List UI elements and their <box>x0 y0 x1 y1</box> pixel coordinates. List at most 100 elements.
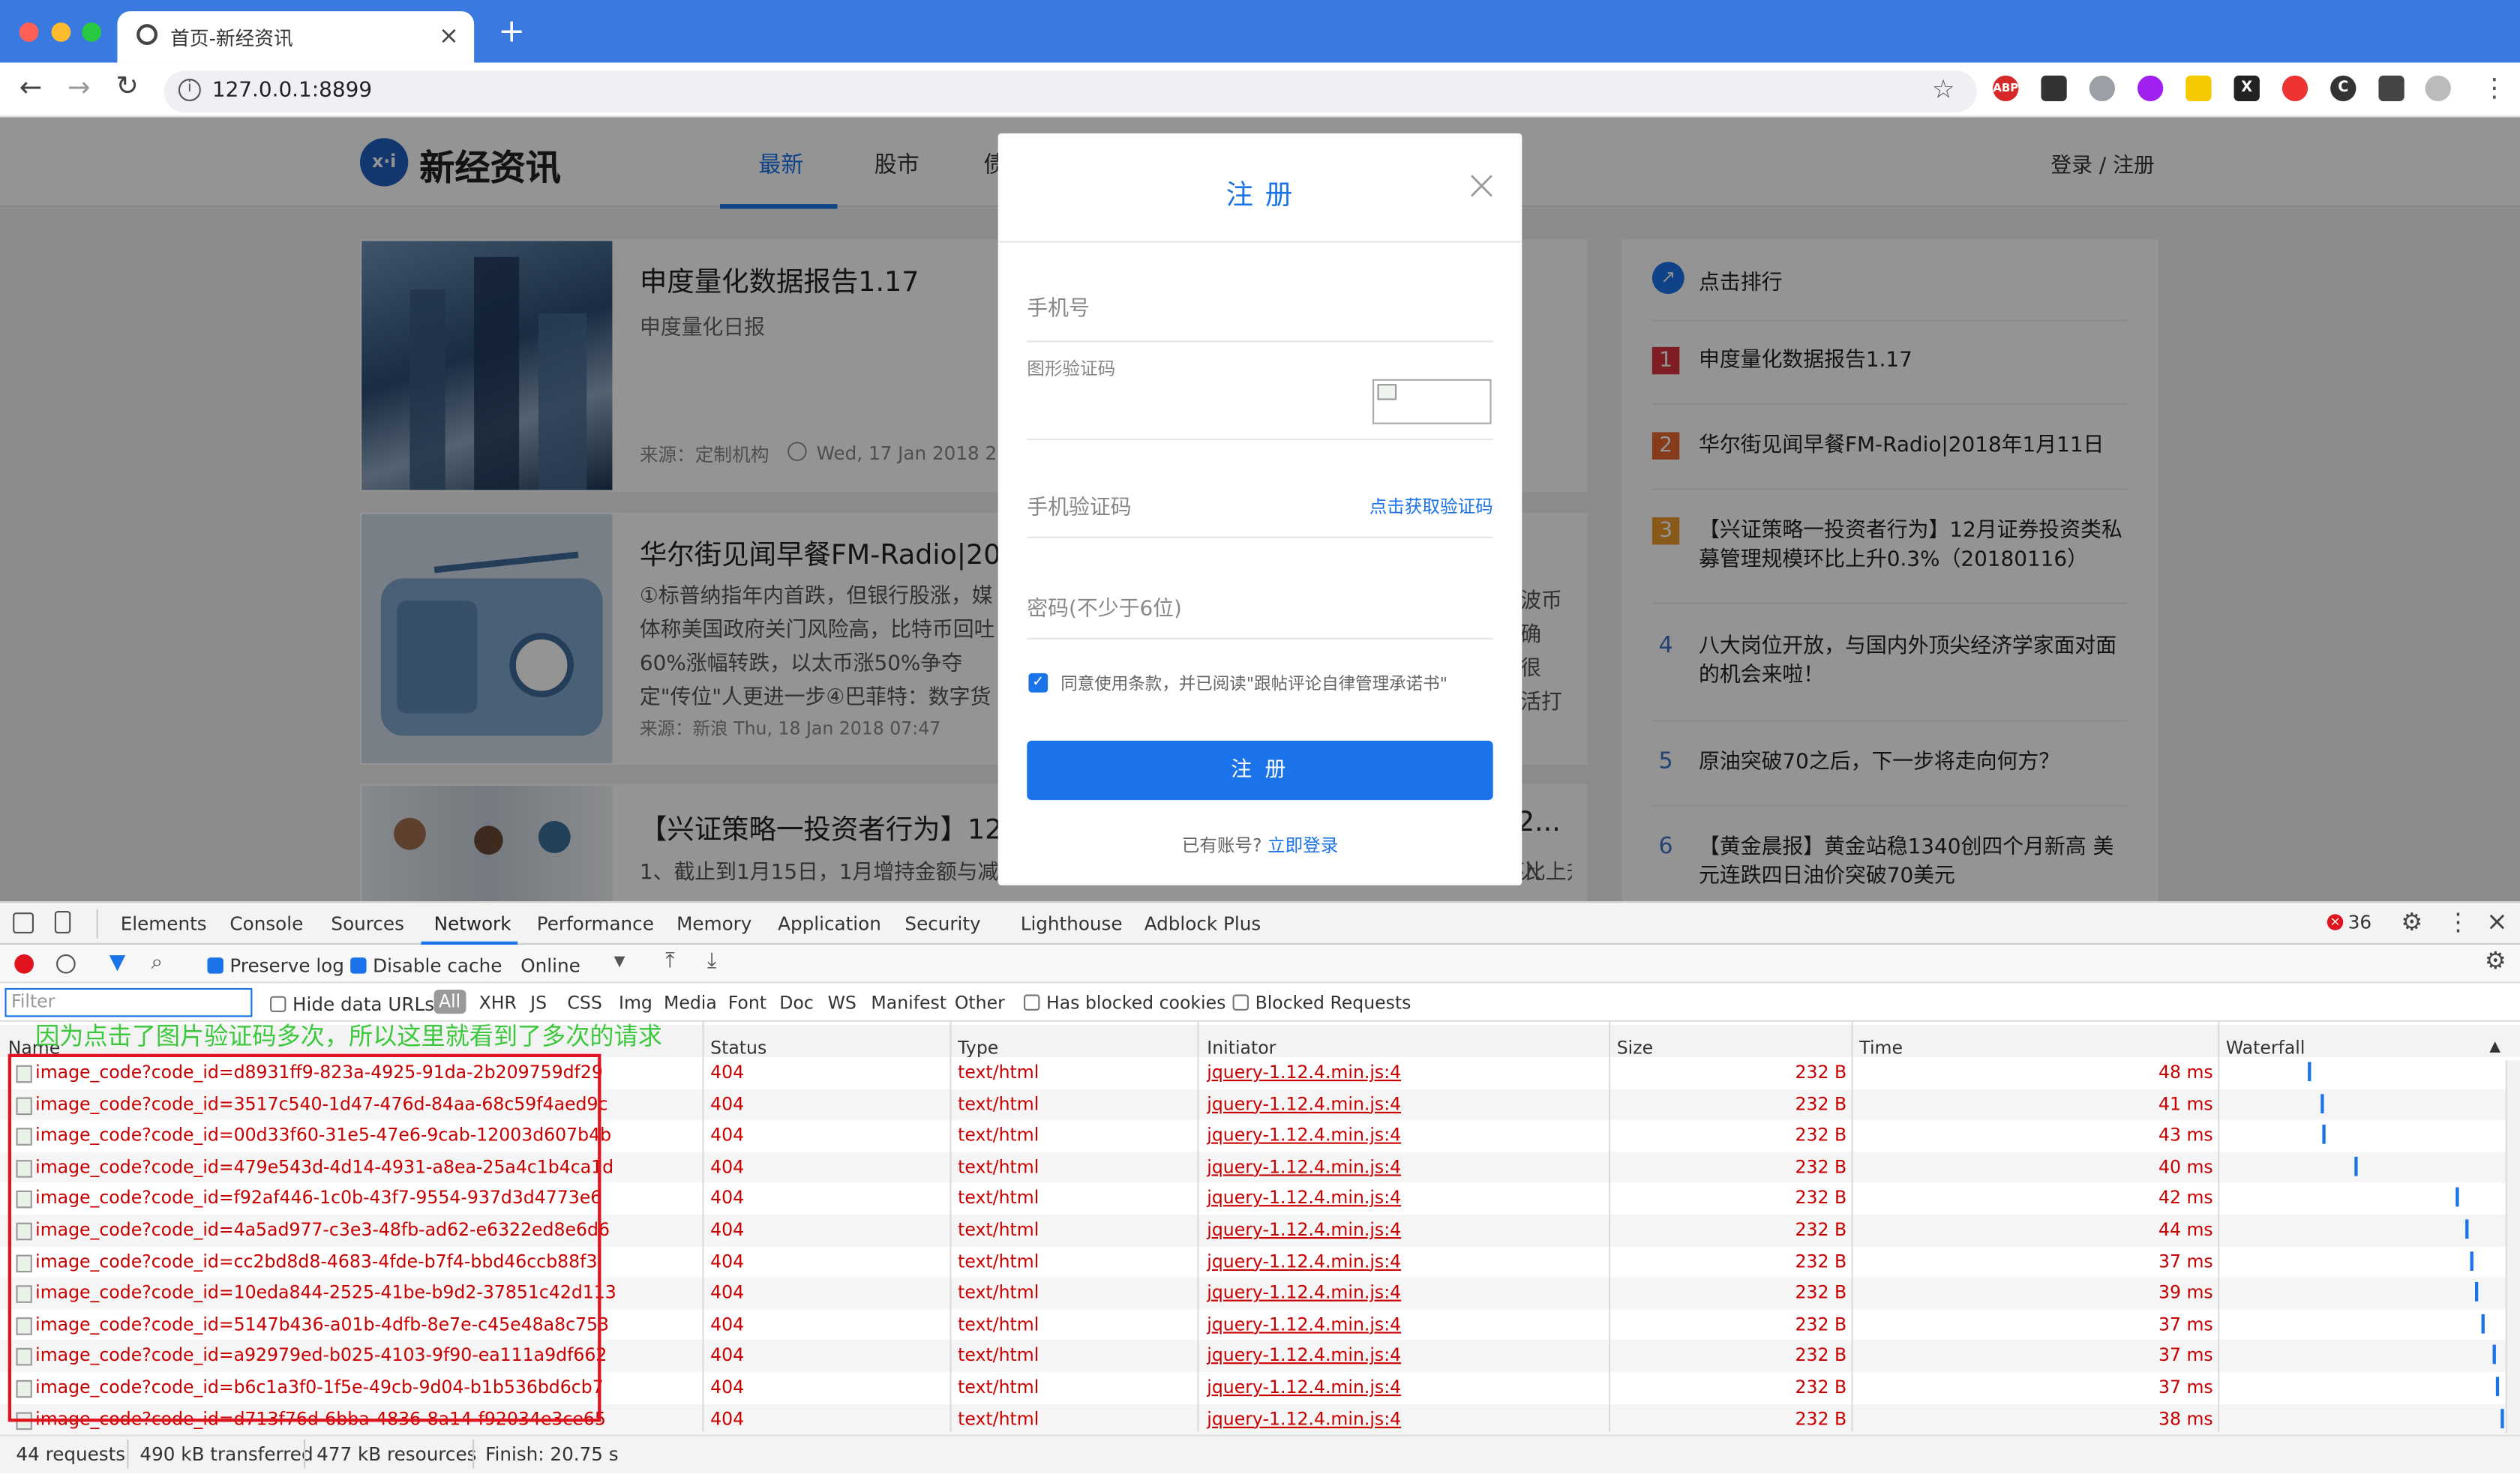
type-filter-css[interactable]: CSS <box>567 993 602 1014</box>
captcha-image[interactable] <box>1372 379 1492 424</box>
devtools-menu-icon[interactable]: ⋮ <box>2446 908 2470 937</box>
waterfall-bar <box>2307 1062 2312 1082</box>
tab-console[interactable]: Console <box>230 912 303 935</box>
filter-funnel-icon[interactable]: ▼ <box>110 951 125 975</box>
request-status: 404 <box>710 1125 745 1146</box>
request-initiator-link[interactable]: jquery-1.12.4.min.js:4 <box>1207 1278 1401 1309</box>
type-filter-ws[interactable]: WS <box>828 993 856 1014</box>
import-har-icon[interactable]: ⤒ <box>665 949 674 973</box>
device-toolbar-icon[interactable] <box>54 911 71 933</box>
adblock-plus-icon[interactable]: ABP <box>1993 75 2019 101</box>
request-initiator-link[interactable]: jquery-1.12.4.min.js:4 <box>1207 1341 1401 1372</box>
browser-tab[interactable]: 首页-新经资讯 × <box>117 11 475 63</box>
tab-elements[interactable]: Elements <box>121 912 207 935</box>
qr-code-icon[interactable] <box>2041 75 2067 101</box>
extension-c-icon[interactable]: C <box>2330 75 2356 101</box>
reload-icon[interactable]: ↻ <box>116 70 139 103</box>
sms-code-input[interactable]: 手机验证码 点击获取验证码 <box>1027 490 1493 538</box>
request-initiator-link[interactable]: jquery-1.12.4.min.js:4 <box>1207 1404 1401 1435</box>
new-tab-button[interactable]: + <box>498 14 525 46</box>
highlight-box <box>8 1053 602 1422</box>
request-status: 404 <box>710 1156 745 1178</box>
tab-adblock-plus[interactable]: Adblock Plus <box>1144 912 1261 935</box>
browser-menu-icon[interactable]: ⋮ <box>2482 72 2507 103</box>
type-filter-doc[interactable]: Doc <box>779 993 814 1014</box>
blocked-requests-checkbox[interactable]: Blocked Requests <box>1232 993 1411 1014</box>
tab-network[interactable]: Network <box>434 912 512 935</box>
export-har-icon[interactable]: ⤓ <box>707 949 716 973</box>
register-submit-button[interactable]: 注 册 <box>1027 740 1493 801</box>
request-type: text/html <box>958 1156 1040 1178</box>
info-icon[interactable]: i <box>178 79 201 101</box>
error-icon[interactable]: × <box>2326 914 2344 930</box>
extension-x-icon[interactable]: X <box>2234 75 2260 101</box>
modal-close-icon[interactable]: × <box>1464 166 1499 208</box>
tab-sources[interactable]: Sources <box>331 912 404 935</box>
request-initiator-link[interactable]: jquery-1.12.4.min.js:4 <box>1207 1089 1401 1120</box>
throttle-value: Online <box>520 954 580 977</box>
globe-extension-icon[interactable] <box>2089 75 2115 101</box>
request-initiator-link[interactable]: jquery-1.12.4.min.js:4 <box>1207 1215 1401 1246</box>
extension-purple-icon[interactable] <box>2138 75 2164 101</box>
request-initiator-link[interactable]: jquery-1.12.4.min.js:4 <box>1207 1372 1401 1404</box>
throttling-select[interactable]: Online ▼ <box>520 954 625 977</box>
password-input[interactable]: 密码(不少于6位) <box>1027 592 1493 640</box>
type-filter-xhr[interactable]: XHR <box>479 993 517 1014</box>
back-icon[interactable]: ← <box>20 72 43 104</box>
request-initiator-link[interactable]: jquery-1.12.4.min.js:4 <box>1207 1057 1401 1089</box>
type-filter-font[interactable]: Font <box>728 993 766 1014</box>
extensions-puzzle-icon[interactable] <box>2378 75 2404 101</box>
tab-application[interactable]: Application <box>778 912 881 935</box>
network-settings-icon[interactable]: ⚙ <box>2485 946 2506 975</box>
error-count[interactable]: 36 <box>2348 911 2372 933</box>
waterfall-bar <box>2470 1251 2474 1271</box>
clear-icon[interactable] <box>56 954 76 974</box>
filter-input[interactable]: Filter <box>4 987 253 1017</box>
record-icon[interactable] <box>14 954 34 974</box>
tab-performance[interactable]: Performance <box>537 912 654 935</box>
disable-cache-checkbox[interactable]: Disable cache <box>350 954 502 977</box>
type-filter-all[interactable]: All <box>434 990 466 1014</box>
request-initiator-link[interactable]: jquery-1.12.4.min.js:4 <box>1207 1309 1401 1341</box>
table-scrollbar[interactable] <box>2505 1060 2520 1434</box>
phone-placeholder: 手机号 <box>1027 297 1090 322</box>
tab-lighthouse[interactable]: Lighthouse <box>1021 912 1123 935</box>
close-window-button[interactable] <box>19 22 39 42</box>
tab-security[interactable]: Security <box>904 912 980 935</box>
minimize-window-button[interactable] <box>51 22 71 42</box>
request-initiator-link[interactable]: jquery-1.12.4.min.js:4 <box>1207 1246 1401 1278</box>
request-status: 404 <box>710 1408 745 1430</box>
bookmark-star-icon[interactable]: ☆ <box>1932 74 1955 105</box>
request-size: 232 B <box>1795 1156 1847 1178</box>
has-blocked-cookies-checkbox[interactable]: Has blocked cookies <box>1024 993 1226 1014</box>
request-initiator-link[interactable]: jquery-1.12.4.min.js:4 <box>1207 1120 1401 1152</box>
tab-memory[interactable]: Memory <box>676 912 752 935</box>
address-bar[interactable]: i 127.0.0.1:8899 ☆ <box>164 70 1977 112</box>
close-devtools-icon[interactable]: × <box>2486 906 2508 937</box>
agree-checkbox[interactable]: ✓ <box>1028 673 1048 693</box>
type-filter-media[interactable]: Media <box>664 993 717 1014</box>
preserve-log-checkbox[interactable]: Preserve log <box>207 954 344 977</box>
hide-data-urls-checkbox[interactable]: Hide data URLs <box>270 993 434 1015</box>
inspect-element-icon[interactable] <box>13 912 34 933</box>
image-captcha-field[interactable]: 图形验证码 <box>1027 355 1493 441</box>
settings-gear-icon[interactable]: ⚙ <box>2401 908 2422 937</box>
login-now-link[interactable]: 立即登录 <box>1268 835 1338 856</box>
maximize-window-button[interactable] <box>82 22 101 42</box>
type-filter-manifest[interactable]: Manifest <box>871 993 946 1014</box>
extension-lightning-icon[interactable] <box>2186 75 2212 101</box>
phone-input[interactable]: 手机号 <box>1027 291 1493 343</box>
type-filter-other[interactable]: Other <box>955 993 1005 1014</box>
search-icon[interactable]: ⌕ <box>151 951 163 975</box>
url-text[interactable]: 127.0.0.1:8899 <box>212 79 372 103</box>
request-initiator-link[interactable]: jquery-1.12.4.min.js:4 <box>1207 1183 1401 1215</box>
type-filter-img[interactable]: Img <box>619 993 652 1014</box>
request-initiator-link[interactable]: jquery-1.12.4.min.js:4 <box>1207 1152 1401 1183</box>
request-type: text/html <box>958 1188 1040 1209</box>
forward-icon[interactable]: → <box>68 72 91 104</box>
extension-translate-icon[interactable] <box>2282 75 2308 101</box>
profile-avatar-icon[interactable] <box>2425 75 2451 101</box>
close-tab-icon[interactable]: × <box>439 21 459 50</box>
get-sms-code-link[interactable]: 点击获取验证码 <box>1370 493 1493 519</box>
type-filter-js[interactable]: JS <box>530 993 547 1014</box>
